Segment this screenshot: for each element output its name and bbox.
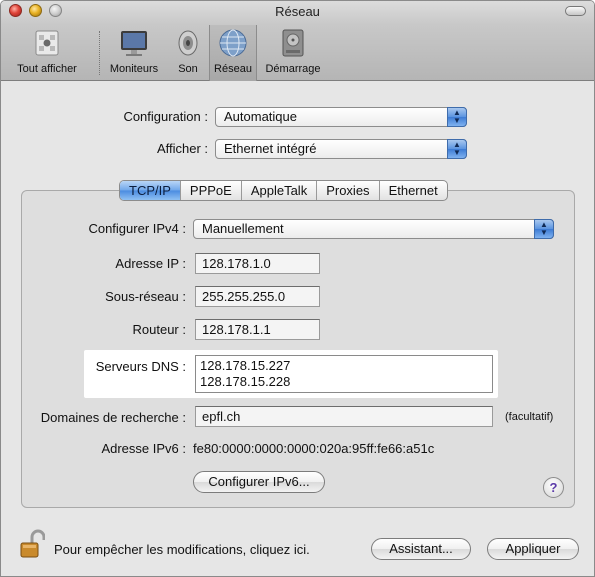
speaker-icon xyxy=(178,30,198,56)
toolbar-label: Son xyxy=(178,63,198,75)
optional-note: (facultatif) xyxy=(505,411,554,423)
toolbar-label: Moniteurs xyxy=(109,63,159,75)
ip-address-field[interactable]: 128.178.1.0 xyxy=(195,253,320,274)
tab-tcpip[interactable]: TCP/IP xyxy=(120,181,181,200)
help-button[interactable]: ? xyxy=(543,477,564,498)
subnet-label: Sous-réseau : xyxy=(105,289,186,304)
tab-proxies[interactable]: Proxies xyxy=(317,181,380,200)
tab-appletalk[interactable]: AppleTalk xyxy=(242,181,318,200)
toolbar-monitors[interactable]: Moniteurs xyxy=(105,27,163,79)
monitor-icon xyxy=(121,31,147,56)
dns-servers-label: Serveurs DNS : xyxy=(95,359,186,374)
window-title: Réseau xyxy=(275,4,320,19)
show-label: Afficher : xyxy=(156,141,208,156)
configure-ipv6-button[interactable]: Configurer IPv6... xyxy=(193,471,325,493)
toolbar-show-all[interactable]: Tout afficher xyxy=(7,27,87,79)
tab-bar: TCP/IP PPPoE AppleTalk Proxies Ethernet xyxy=(119,180,448,201)
router-field[interactable]: 128.178.1.1 xyxy=(195,319,320,340)
toolbar-separator xyxy=(99,31,100,75)
subnet-field[interactable]: 255.255.255.0 xyxy=(195,286,320,307)
popup-arrows-icon: ▲ ▼ xyxy=(447,107,467,127)
toolbar-startup-disk[interactable]: Démarrage xyxy=(261,27,325,79)
configuration-popup[interactable]: Automatique ▲ ▼ xyxy=(215,107,467,127)
ip-address-label: Adresse IP : xyxy=(115,256,186,271)
apple-grid-icon xyxy=(35,30,59,56)
search-domains-field[interactable]: epfl.ch xyxy=(195,406,493,427)
dns-servers-field[interactable]: 128.178.15.227 128.178.15.228 xyxy=(195,355,493,393)
lock-message: Pour empêcher les modifications, cliquez… xyxy=(54,542,310,557)
toolbar-label: Démarrage xyxy=(265,63,321,75)
tab-pppoe[interactable]: PPPoE xyxy=(181,181,242,200)
router-label: Routeur : xyxy=(132,322,186,337)
toolbar-label: Réseau xyxy=(214,63,252,75)
toolbar-label: Tout afficher xyxy=(17,63,77,75)
lock-icon[interactable] xyxy=(19,529,45,559)
ipv6-address-label: Adresse IPv6 : xyxy=(101,441,186,456)
dns-server-line: 128.178.15.228 xyxy=(200,374,291,389)
network-globe-icon xyxy=(219,29,247,57)
popup-arrows-icon: ▲ ▼ xyxy=(447,139,467,159)
dns-server-line: 128.178.15.227 xyxy=(200,358,291,373)
toolbar-toggle-button[interactable] xyxy=(565,6,586,16)
apply-button[interactable]: Appliquer xyxy=(487,538,579,560)
toolbar-sound[interactable]: Son xyxy=(169,27,207,79)
search-domains-label: Domaines de recherche : xyxy=(40,410,186,425)
configuration-value: Automatique xyxy=(224,109,297,124)
tab-ethernet[interactable]: Ethernet xyxy=(380,181,447,200)
toolbar: Réseau Tout afficher Moniteurs Son Résea… xyxy=(1,1,594,81)
configuration-label: Configuration : xyxy=(123,109,208,124)
toolbar-network[interactable]: Réseau xyxy=(209,25,257,81)
show-popup[interactable]: Ethernet intégré ▲ ▼ xyxy=(215,139,467,159)
ipv6-address-value: fe80:0000:0000:0000:020a:95ff:fe66:a51c xyxy=(193,441,435,456)
startup-disk-icon xyxy=(282,29,304,57)
configure-ipv4-label: Configurer IPv4 : xyxy=(88,221,186,236)
configure-ipv4-popup[interactable]: Manuellement ▲ ▼ xyxy=(193,219,554,239)
show-value: Ethernet intégré xyxy=(224,141,317,156)
popup-arrows-icon: ▲ ▼ xyxy=(534,219,554,239)
assistant-button[interactable]: Assistant... xyxy=(371,538,471,560)
network-preferences-window: Réseau Tout afficher Moniteurs Son Résea… xyxy=(0,0,595,577)
configure-ipv4-value: Manuellement xyxy=(202,221,284,236)
